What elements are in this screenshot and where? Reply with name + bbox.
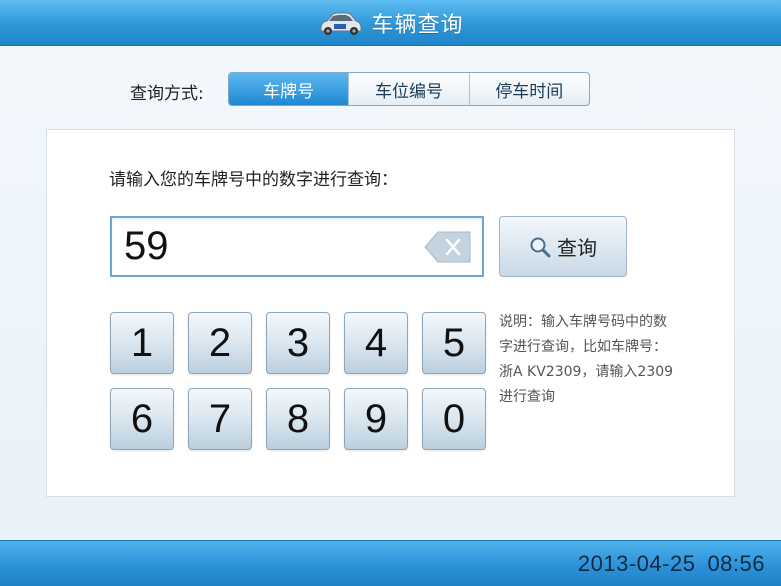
search-panel: 请输入您的车牌号中的数字进行查询： 59 查询 1 2 3 4 5 6 7 8 … bbox=[46, 129, 735, 497]
search-icon bbox=[530, 237, 551, 257]
key-1[interactable]: 1 bbox=[110, 312, 174, 374]
header-bar: 车辆查询 bbox=[0, 0, 781, 46]
current-time: 08:56 bbox=[707, 551, 765, 576]
search-prompt: 请输入您的车牌号中的数字进行查询： bbox=[109, 170, 398, 190]
backspace-icon[interactable] bbox=[424, 230, 472, 264]
key-9[interactable]: 9 bbox=[344, 388, 408, 450]
key-7[interactable]: 7 bbox=[188, 388, 252, 450]
key-5[interactable]: 5 bbox=[422, 312, 486, 374]
search-button[interactable]: 查询 bbox=[499, 216, 627, 277]
key-3[interactable]: 3 bbox=[266, 312, 330, 374]
page-title: 车辆查询 bbox=[371, 12, 464, 38]
key-8[interactable]: 8 bbox=[266, 388, 330, 450]
input-value: 59 bbox=[124, 224, 169, 268]
key-0[interactable]: 0 bbox=[422, 388, 486, 450]
car-icon bbox=[320, 12, 362, 35]
current-date: 2013-04-25 bbox=[577, 551, 696, 576]
search-button-label: 查询 bbox=[557, 236, 597, 260]
key-6[interactable]: 6 bbox=[110, 388, 174, 450]
query-mode-tabs: 车牌号 车位编号 停车时间 bbox=[228, 72, 590, 106]
plate-number-input[interactable]: 59 bbox=[110, 216, 484, 277]
footer-bar: 2013-04-25 08:56 bbox=[0, 540, 781, 586]
key-2[interactable]: 2 bbox=[188, 312, 252, 374]
tab-space-number[interactable]: 车位编号 bbox=[348, 73, 468, 105]
tab-plate-number[interactable]: 车牌号 bbox=[229, 73, 349, 105]
query-mode-label: 查询方式: bbox=[130, 84, 204, 104]
tab-parking-time[interactable]: 停车时间 bbox=[468, 73, 589, 105]
datetime-display: 2013-04-25 08:56 bbox=[578, 551, 765, 577]
key-4[interactable]: 4 bbox=[344, 312, 408, 374]
instructions-note: 说明：输入车牌号码中的数字进行查询，比如车牌号：浙A KV2309，请输入230… bbox=[499, 314, 674, 405]
